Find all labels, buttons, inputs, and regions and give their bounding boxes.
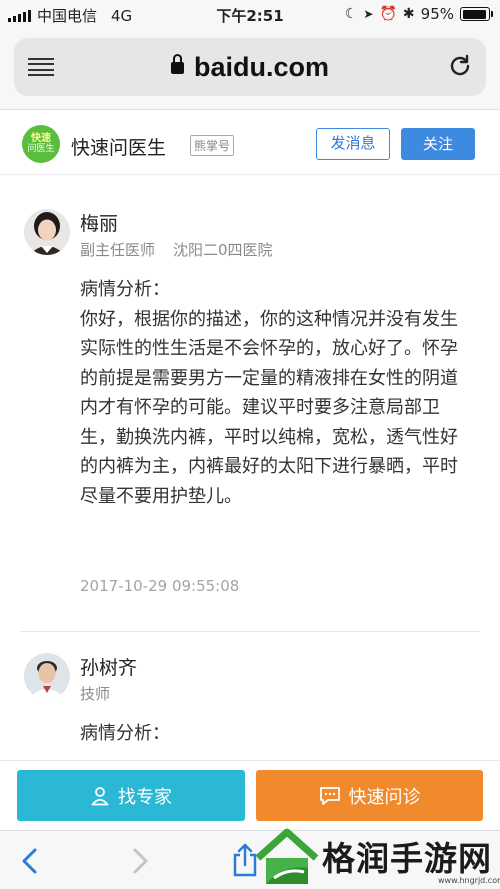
site-watermark: 格润手游网 www.hngrjd.com xyxy=(252,826,500,889)
house-logo-icon xyxy=(255,828,319,884)
moon-icon: ☾ xyxy=(344,6,358,22)
location-arrow-icon: ➤ xyxy=(363,7,374,21)
doctor-meta: 副主任医师 沈阳二0四医院 xyxy=(80,239,273,260)
quick-consult-button[interactable]: 快速问诊 xyxy=(256,770,483,821)
find-expert-button[interactable]: 找专家 xyxy=(17,770,245,821)
alarm-icon: ⏰ xyxy=(379,6,397,22)
person-icon xyxy=(91,786,109,805)
watermark-text: 格润手游网 xyxy=(322,839,492,878)
back-icon[interactable] xyxy=(20,847,40,875)
send-message-button[interactable]: 发消息 xyxy=(316,128,390,160)
doctor-hospital: 沈阳二0四医院 xyxy=(173,241,273,259)
logo-top-text: 快速 xyxy=(31,133,51,144)
doctor-avatar[interactable] xyxy=(24,209,70,255)
analysis-text: 病情分析： xyxy=(80,719,475,749)
follow-button[interactable]: 关注 xyxy=(401,128,475,160)
quick-consult-label: 快速问诊 xyxy=(348,786,421,808)
status-right: ☾ ➤ ⏰ ✱ 95% xyxy=(344,5,493,23)
account-tag: 熊掌号 xyxy=(190,135,235,156)
analysis-heading: 病情分析： xyxy=(80,723,170,744)
battery-percent: 95% xyxy=(420,5,454,23)
analysis-heading: 病情分析： xyxy=(80,279,170,300)
battery-icon xyxy=(460,7,493,21)
doctor-title: 技师 xyxy=(80,685,111,703)
divider xyxy=(20,631,480,632)
browser-chrome: baidu.com xyxy=(0,28,500,110)
lock-icon xyxy=(170,54,184,74)
doctor-name[interactable]: 孙树齐 xyxy=(80,653,137,680)
site-name[interactable]: 快速问医生 xyxy=(71,133,166,160)
doctor-avatar[interactable] xyxy=(24,653,70,699)
analysis-body: 你好，根据你的描述，你的这种情况并没有发生实际性的性生活是不会怀孕的，放心好了。… xyxy=(80,308,458,507)
find-expert-label: 找专家 xyxy=(118,786,172,808)
action-bar: 找专家 快速问诊 xyxy=(0,760,500,830)
url-text: baidu.com xyxy=(193,52,329,82)
logo-bottom-text: 问医生 xyxy=(27,144,55,154)
site-header: 快速 问医生 快速问医生 熊掌号 发消息 关注 xyxy=(0,111,500,175)
answer-timestamp: 2017-10-29 09:55:08 xyxy=(80,577,240,595)
bluetooth-icon: ✱ xyxy=(402,6,415,22)
forward-icon[interactable] xyxy=(130,847,150,875)
status-bar: 中国电信 4G 下午2:51 ☾ ➤ ⏰ ✱ 95% xyxy=(0,0,500,28)
url-display[interactable]: baidu.com xyxy=(14,52,486,83)
doctor-name[interactable]: 梅丽 xyxy=(80,209,118,236)
reload-icon[interactable] xyxy=(448,54,472,78)
site-logo[interactable]: 快速 问医生 xyxy=(22,125,60,163)
chat-icon xyxy=(319,786,340,805)
watermark-url: www.hngrjd.com xyxy=(438,876,500,885)
doctor-title: 副主任医师 xyxy=(80,241,156,259)
battery-fill xyxy=(462,9,487,19)
address-bar[interactable]: baidu.com xyxy=(14,38,486,96)
analysis-text: 病情分析： 你好，根据你的描述，你的这种情况并没有发生实际性的性生活是不会怀孕的… xyxy=(80,275,475,511)
